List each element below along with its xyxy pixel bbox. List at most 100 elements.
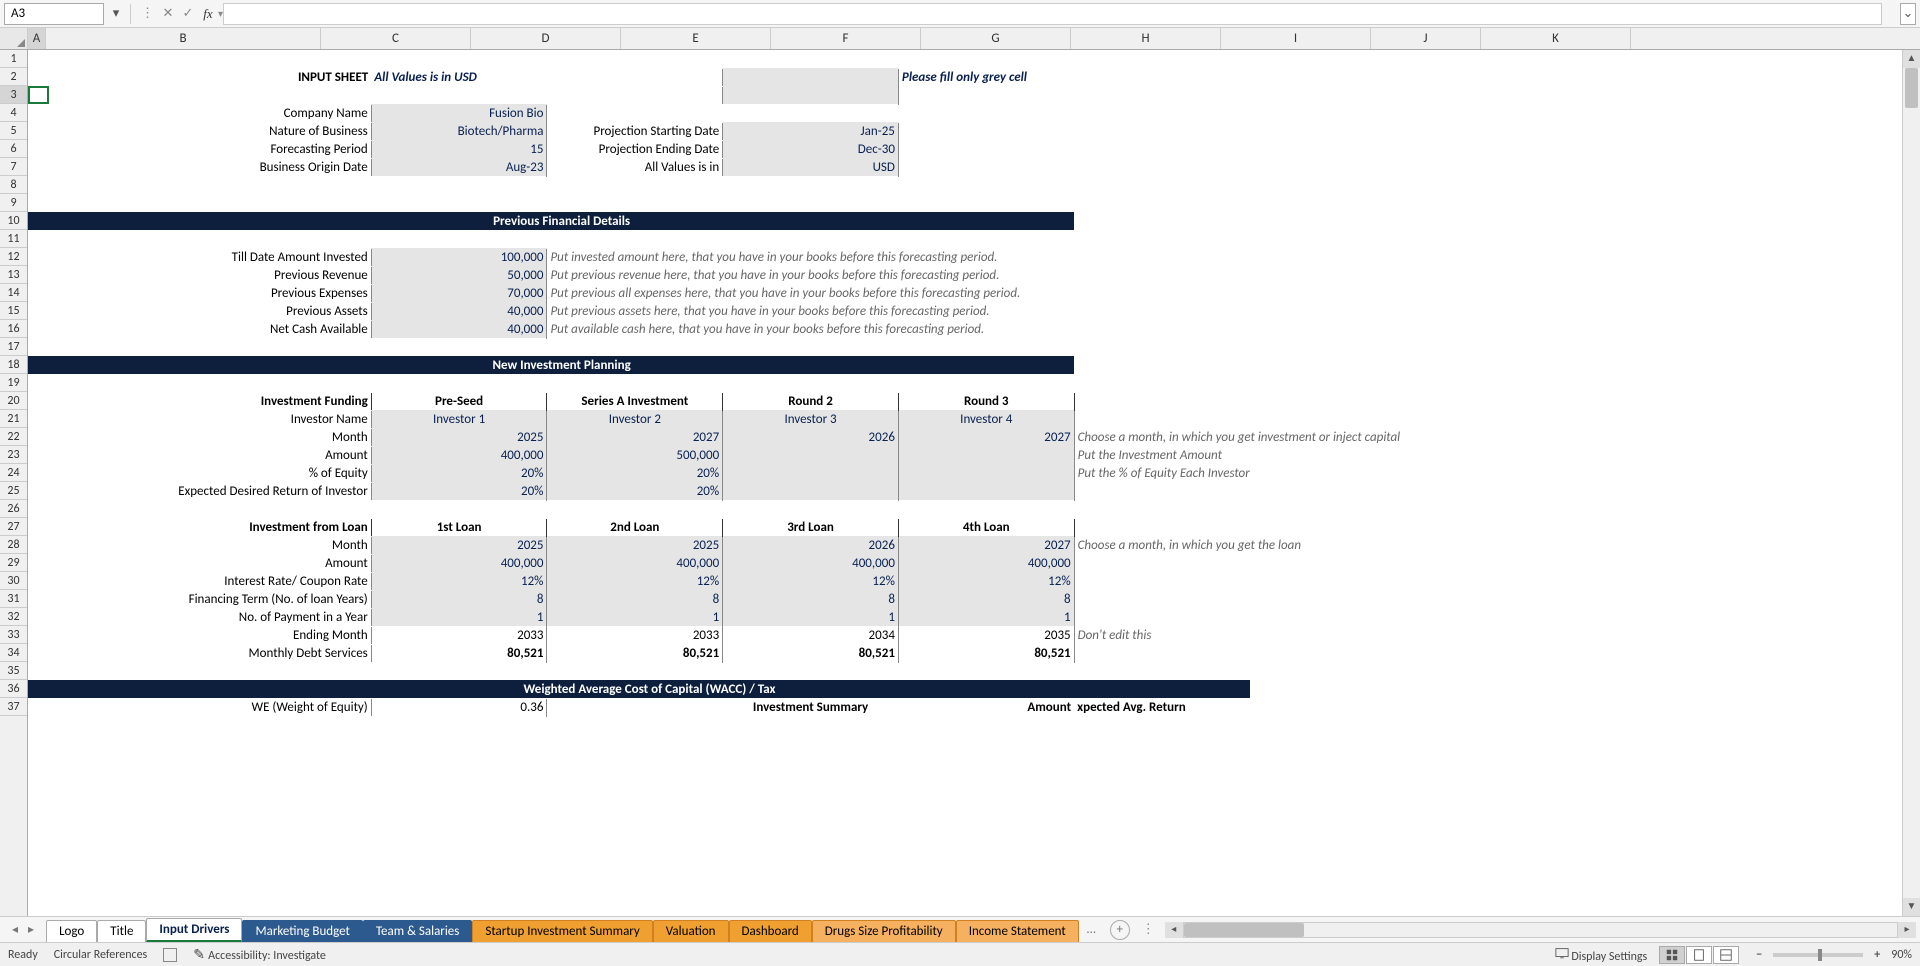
tab-input-drivers[interactable]: Input Drivers [146, 918, 242, 942]
financing-term-1[interactable]: 8 [371, 590, 547, 608]
row-header[interactable]: 9 [0, 194, 27, 212]
company-name-input[interactable]: Fusion Bio [371, 104, 547, 122]
zoom-level[interactable]: 90% [1891, 948, 1912, 962]
equity-pct-4[interactable] [898, 464, 1074, 482]
row-header[interactable]: 18 [0, 356, 27, 374]
loan-amount-4[interactable]: 400,000 [898, 554, 1074, 572]
fund-amount-2[interactable]: 500,000 [547, 446, 723, 464]
row-header[interactable]: 24 [0, 464, 27, 482]
col-header-f[interactable]: F [771, 28, 921, 49]
input-cell[interactable] [723, 68, 899, 86]
expected-return-1[interactable]: 20% [371, 482, 547, 500]
tab-more-icon[interactable]: … [1079, 922, 1104, 937]
row-header[interactable]: 19 [0, 374, 27, 392]
row-header[interactable]: 35 [0, 662, 27, 680]
payments-year-4[interactable]: 1 [898, 608, 1074, 626]
select-all-corner[interactable] [0, 28, 28, 49]
row-header[interactable]: 34 [0, 644, 27, 662]
row-header[interactable]: 8 [0, 176, 27, 194]
row-header[interactable]: 5 [0, 122, 27, 140]
row-header[interactable]: 23 [0, 446, 27, 464]
col-header-j[interactable]: J [1371, 28, 1481, 49]
fund-amount-4[interactable] [898, 446, 1074, 464]
nature-business-input[interactable]: Biotech/Pharma [371, 122, 547, 140]
loan-amount-1[interactable]: 400,000 [371, 554, 547, 572]
row-header[interactable]: 22 [0, 428, 27, 446]
tab-startup-investment[interactable]: Startup Investment Summary [472, 920, 652, 942]
input-cell[interactable] [723, 86, 899, 104]
col-header-e[interactable]: E [621, 28, 771, 49]
scroll-up-icon[interactable]: ▲ [1903, 50, 1920, 68]
col-header-k[interactable]: K [1481, 28, 1631, 49]
zoom-in-button[interactable]: + [1869, 948, 1885, 962]
tab-valuation[interactable]: Valuation [653, 920, 729, 942]
row-header[interactable]: 29 [0, 554, 27, 572]
hscroll-thumb[interactable] [1184, 923, 1304, 937]
view-normal-icon[interactable] [1659, 946, 1685, 964]
tab-logo[interactable]: Logo [46, 920, 97, 942]
fund-month-2[interactable]: 2027 [547, 428, 723, 446]
tab-title[interactable]: Title [97, 920, 146, 942]
tab-nav-prev-icon[interactable]: ◂ [8, 922, 22, 937]
tab-nav-next-icon[interactable]: ▸ [24, 922, 38, 937]
row-header[interactable]: 37 [0, 698, 27, 716]
financing-term-3[interactable]: 8 [723, 590, 899, 608]
interest-rate-1[interactable]: 12% [371, 572, 547, 590]
fund-month-1[interactable]: 2025 [371, 428, 547, 446]
tab-dashboard[interactable]: Dashboard [729, 920, 812, 942]
col-header-h[interactable]: H [1071, 28, 1221, 49]
add-sheet-icon[interactable]: + [1110, 920, 1130, 940]
view-page-break-icon[interactable] [1713, 946, 1739, 964]
display-settings-button[interactable]: Display Settings [1555, 946, 1648, 964]
vertical-scrollbar[interactable]: ▲ ▼ [1902, 50, 1920, 916]
row-header[interactable]: 20 [0, 392, 27, 410]
row-header[interactable]: 32 [0, 608, 27, 626]
selected-cell-a3[interactable] [28, 86, 49, 104]
expected-return-4[interactable] [898, 482, 1074, 500]
row-header[interactable]: 3 [0, 86, 27, 104]
loan-month-2[interactable]: 2025 [547, 536, 723, 554]
fund-amount-1[interactable]: 400,000 [371, 446, 547, 464]
row-header[interactable]: 21 [0, 410, 27, 428]
equity-pct-2[interactable]: 20% [547, 464, 723, 482]
col-header-i[interactable]: I [1221, 28, 1371, 49]
tab-marketing-budget[interactable]: Marketing Budget [242, 920, 362, 942]
row-header[interactable]: 7 [0, 158, 27, 176]
payments-year-2[interactable]: 1 [547, 608, 723, 626]
row-header[interactable]: 12 [0, 248, 27, 266]
proj-start-input[interactable]: Jan-25 [723, 122, 899, 140]
expected-return-2[interactable]: 20% [547, 482, 723, 500]
col-header-b[interactable]: B [46, 28, 321, 49]
payments-year-3[interactable]: 1 [723, 608, 899, 626]
equity-pct-3[interactable] [723, 464, 899, 482]
investor-name-1[interactable]: Investor 1 [371, 410, 547, 428]
interest-rate-4[interactable]: 12% [898, 572, 1074, 590]
fund-amount-3[interactable] [723, 446, 899, 464]
formula-expand-icon[interactable]: ⌄ [1900, 3, 1916, 25]
row-header[interactable]: 30 [0, 572, 27, 590]
equity-pct-1[interactable]: 20% [371, 464, 547, 482]
interest-rate-2[interactable]: 12% [547, 572, 723, 590]
status-accessibility[interactable]: ✎ Accessibility: Investigate [193, 946, 326, 963]
expected-return-3[interactable] [723, 482, 899, 500]
currency-input[interactable]: USD [723, 158, 899, 176]
zoom-out-button[interactable]: − [1751, 948, 1767, 962]
insert-function-icon[interactable]: fx [198, 6, 218, 22]
accept-formula-icon[interactable]: ✓ [178, 6, 198, 21]
row-header[interactable]: 15 [0, 302, 27, 320]
row-header[interactable]: 14 [0, 284, 27, 302]
hscroll-right-icon[interactable]: ▸ [1898, 922, 1916, 938]
loan-month-3[interactable]: 2026 [723, 536, 899, 554]
row-header[interactable]: 6 [0, 140, 27, 158]
status-macro-icon[interactable] [163, 948, 177, 962]
tab-team-salaries[interactable]: Team & Salaries [363, 920, 472, 942]
col-header-g[interactable]: G [921, 28, 1071, 49]
row-header[interactable]: 11 [0, 230, 27, 248]
cancel-formula-icon[interactable]: ✕ [158, 6, 178, 21]
tab-drugs-profitability[interactable]: Drugs Size Profitability [812, 920, 956, 942]
col-header-a[interactable]: A [28, 28, 46, 49]
loan-month-4[interactable]: 2027 [898, 536, 1074, 554]
origin-date-input[interactable]: Aug-23 [371, 158, 547, 176]
horizontal-scrollbar[interactable]: ◂ ▸ [1161, 922, 1920, 938]
prev-revenue-input[interactable]: 50,000 [371, 266, 547, 284]
